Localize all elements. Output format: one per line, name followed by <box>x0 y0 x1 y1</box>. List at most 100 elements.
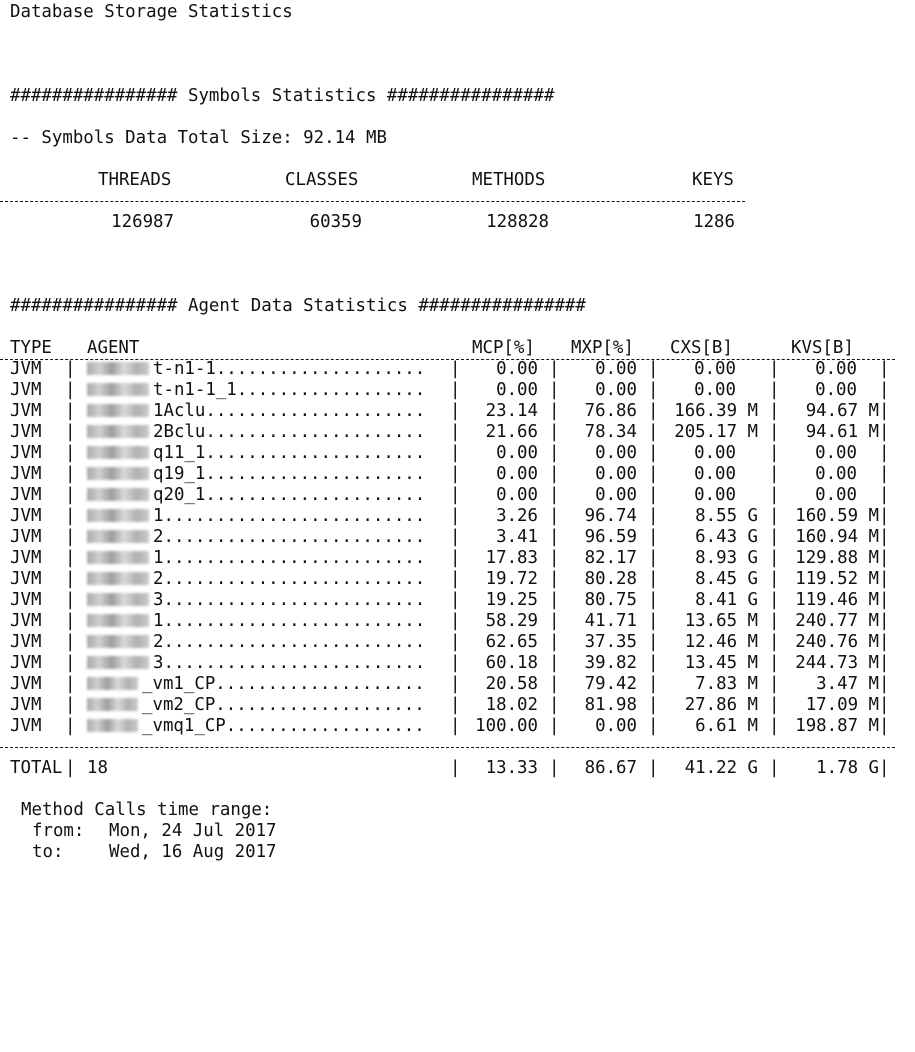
column-separator: | <box>450 527 461 547</box>
dot-leader: ..................... <box>205 422 426 442</box>
symbols-divider <box>0 201 745 202</box>
kvs-value: 244.73 M <box>795 653 879 673</box>
cxs-value: 27.86 M <box>684 695 758 715</box>
column-separator: | <box>450 485 461 505</box>
agent-type: JVM <box>10 443 42 463</box>
column-separator: | <box>648 695 659 715</box>
symbols-heading: ################ Symbols Statistics ####… <box>10 86 555 106</box>
column-separator: | <box>769 632 780 652</box>
agent-type: JVM <box>10 653 42 673</box>
total-label: TOTAL <box>10 758 63 778</box>
dot-leader: ......................... <box>163 590 426 610</box>
report-title: Database Storage Statistics <box>10 2 293 22</box>
symbols-value-row: 126987 60359 128828 1286 <box>10 212 915 233</box>
agent-type: JVM <box>10 401 42 421</box>
column-separator: | <box>65 527 76 547</box>
mcp-value: 23.14 <box>485 401 538 421</box>
column-separator: | <box>65 632 76 652</box>
column-separator: | <box>549 464 560 484</box>
agent-name-cell: 2......................... <box>87 569 425 590</box>
threads-header: THREADS <box>98 170 172 190</box>
agent-row: JVM | 2......................... | 19.72 | 80.… <box>10 569 915 590</box>
cxs-header: CXS[B] <box>670 338 733 358</box>
total-mcp: 13.33 <box>485 758 538 778</box>
column-separator: | <box>450 359 461 379</box>
mcp-value: 19.25 <box>485 590 538 610</box>
column-separator: | <box>879 611 890 631</box>
redacted-agent-prefix <box>87 446 149 459</box>
agent-row: JVM | 1......................... | 58.29 | 41.… <box>10 611 915 632</box>
mxp-value: 76.86 <box>584 401 637 421</box>
column-separator: | <box>450 695 461 715</box>
dot-leader: ..................... <box>205 464 426 484</box>
column-separator: | <box>450 422 461 442</box>
column-separator: | <box>879 464 890 484</box>
column-separator: | <box>879 506 890 526</box>
cxs-value: 6.61 M <box>695 716 758 736</box>
classes-header: CLASSES <box>285 170 359 190</box>
agent-name-cell: 2......................... <box>87 632 425 653</box>
agent-type: JVM <box>10 506 42 526</box>
mcp-value: 19.72 <box>485 569 538 589</box>
mcp-value: 20.58 <box>485 674 538 694</box>
agent-type: JVM <box>10 485 42 505</box>
mcp-value: 100.00 <box>475 716 538 736</box>
column-separator: | <box>450 443 461 463</box>
threads-value: 126987 <box>111 212 174 232</box>
agent-name: _vm2_CP <box>142 695 216 715</box>
mcp-value: 62.65 <box>485 632 538 652</box>
redacted-agent-prefix <box>87 635 149 648</box>
column-separator: | <box>450 380 461 400</box>
column-separator: | <box>549 443 560 463</box>
column-separator: | <box>65 464 76 484</box>
agent-type: JVM <box>10 422 42 442</box>
cxs-value: 0.00 <box>694 359 736 379</box>
keys-header: KEYS <box>692 170 734 190</box>
agent-name-cell: 3......................... <box>87 590 425 611</box>
agent-row: JVM | _vm1_CP.................... | 20.58 | 79… <box>10 674 915 695</box>
column-separator: | <box>648 632 659 652</box>
agent-table-body: JVM | t-n1-1.................... | 0.00 | 0.00… <box>10 359 915 737</box>
column-separator: | <box>879 548 890 568</box>
dot-leader: ......................... <box>163 569 426 589</box>
column-separator: | <box>648 359 659 379</box>
redacted-agent-prefix <box>87 614 149 627</box>
keys-value: 1286 <box>693 212 735 232</box>
column-separator: | <box>769 548 780 568</box>
agent-type: JVM <box>10 527 42 547</box>
agent-row: JVM | 2......................... | 3.41 | 96.5… <box>10 527 915 548</box>
column-separator: | <box>769 695 780 715</box>
column-separator: | <box>879 590 890 610</box>
type-header: TYPE <box>10 338 52 358</box>
column-separator: | <box>648 590 659 610</box>
column-separator: | <box>549 548 560 568</box>
symbols-total-size: -- Symbols Data Total Size: 92.14 MB <box>10 128 387 148</box>
column-separator: | <box>769 569 780 589</box>
column-separator: | <box>549 611 560 631</box>
mcp-value: 18.02 <box>485 695 538 715</box>
agent-name: q11_1 <box>153 443 206 463</box>
agent-type: JVM <box>10 590 42 610</box>
column-separator: | <box>769 359 780 379</box>
mxp-value: 96.59 <box>584 527 637 547</box>
total-row: TOTAL | 18 | 13.33 | 86.67 | 41.22 G | 1… <box>10 758 890 778</box>
agent-row: JVM | 2Bclu..................... | 21.66 | 78.… <box>10 422 915 443</box>
mxp-value: 39.82 <box>584 653 637 673</box>
column-separator: | <box>648 380 659 400</box>
column-separator: | <box>65 422 76 442</box>
kvs-value: 129.88 M <box>795 548 879 568</box>
agent-header: AGENT <box>87 338 140 358</box>
column-separator: | <box>549 632 560 652</box>
kvs-value: 119.46 M <box>795 590 879 610</box>
mxp-value: 0.00 <box>595 359 637 379</box>
kvs-value: 94.61 M <box>805 422 879 442</box>
column-separator: | <box>65 611 76 631</box>
mcp-value: 0.00 <box>496 485 538 505</box>
agent-name: 3 <box>153 590 164 610</box>
dot-leader: ......................... <box>163 527 426 547</box>
mxp-header: MXP[%] <box>571 338 634 358</box>
classes-value: 60359 <box>309 212 362 232</box>
agent-row: JVM | q11_1..................... | 0.00 | 0.00… <box>10 443 915 464</box>
redacted-agent-prefix <box>87 509 149 522</box>
column-separator: | <box>450 548 461 568</box>
